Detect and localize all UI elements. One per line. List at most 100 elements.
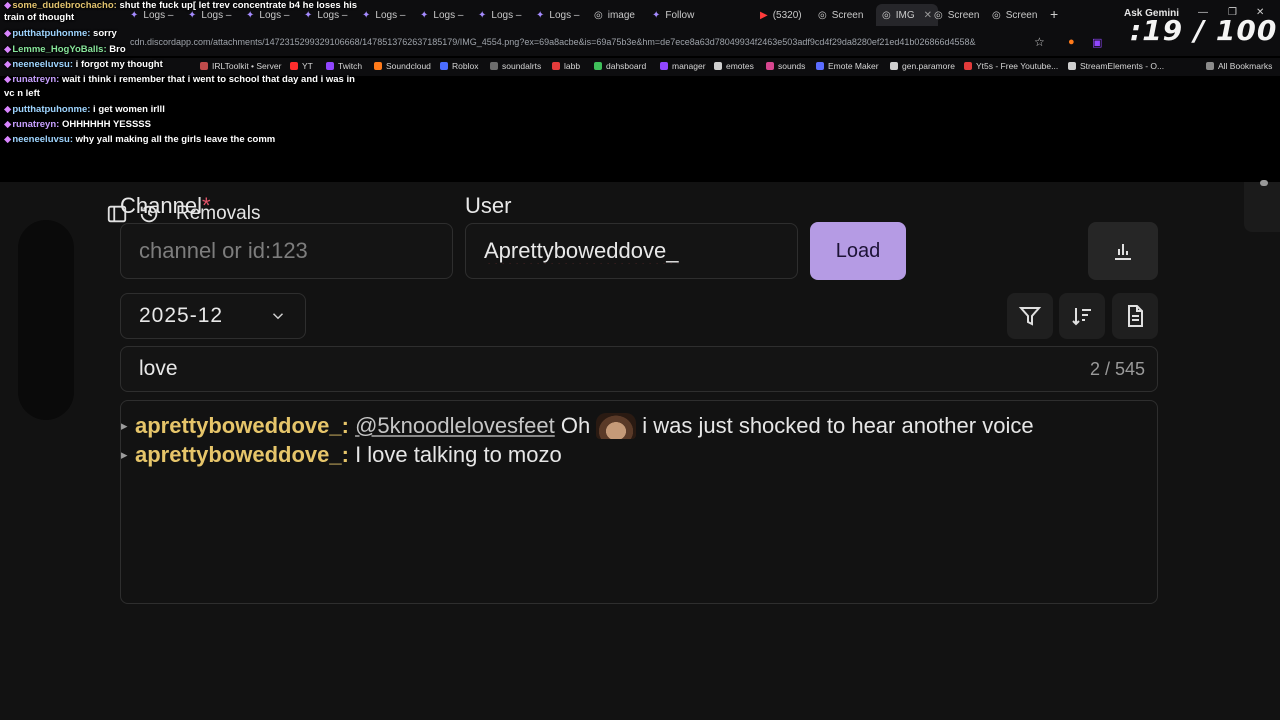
bookmark-item[interactable]: manager: [660, 61, 706, 71]
browser-tab[interactable]: ◎ Screen: [818, 4, 872, 26]
message-text: I love talking to mozo: [355, 442, 562, 467]
scrollbar-indicator: [1260, 180, 1268, 186]
bookmark-item[interactable]: Soundcloud: [374, 61, 431, 71]
browser-tab[interactable]: ◎ IMG ✕: [876, 4, 938, 26]
bookmark-label: Roblox: [452, 61, 479, 71]
bookmark-item[interactable]: Yt5s - Free Youtube...: [964, 61, 1058, 71]
channel-label: Channel*: [120, 193, 211, 218]
browser-tab[interactable]: ✦ Follow: [652, 4, 706, 26]
bookmark-favicon-icon: [490, 62, 498, 70]
message-mention[interactable]: @5knoodlelovesfeet: [355, 413, 555, 439]
chat-text: i get women irlll: [93, 104, 165, 115]
bookmark-item[interactable]: sounds: [766, 61, 805, 71]
bookmark-favicon-icon: [766, 62, 774, 70]
statistics-button[interactable]: [1088, 222, 1158, 280]
chat-badge-icon: ◆: [4, 44, 12, 55]
bookmark-item[interactable]: labb: [552, 61, 580, 71]
browser-tab-label: Screen: [947, 9, 980, 21]
bookmark-item[interactable]: Emote Maker: [816, 61, 879, 71]
twitch-icon: ✦: [420, 9, 429, 21]
bookmark-star-icon[interactable]: ☆: [1034, 35, 1045, 49]
search-bar: 2 / 545: [120, 346, 1158, 392]
chat-text: i forgot my thought: [75, 59, 163, 70]
bookmark-label: manager: [672, 61, 706, 71]
twitch-icon: ✦: [246, 9, 255, 21]
bookmark-label: soundalrts: [502, 61, 542, 71]
browser-tab[interactable]: ◎ Screen: [934, 4, 988, 26]
message-text: i was just shocked to hear another voice: [642, 413, 1034, 438]
chat-message: ◆neeneeluvsu: i forgot my thought: [4, 59, 163, 70]
bookmark-item[interactable]: IRLToolkit • Server: [200, 61, 281, 71]
document-icon: [1128, 305, 1143, 327]
browser-tab[interactable]: ◎ image: [594, 4, 648, 26]
bookmark-item[interactable]: Twitch: [326, 61, 362, 71]
bookmark-item[interactable]: All Bookmarks: [1206, 61, 1272, 71]
chat-message: ◆runatreyn: OHHHHHH YESSSS: [4, 119, 151, 130]
bookmark-favicon-icon: [890, 62, 898, 70]
chat-username: neeneeluvsu:: [12, 134, 76, 145]
chat-username: Lemme_HogYoBalls:: [12, 44, 110, 55]
filter-icon: [1018, 307, 1042, 326]
extension-twitch-icon[interactable]: ▣: [1092, 36, 1102, 49]
load-button[interactable]: Load: [810, 222, 906, 280]
message-marker-icon: ▸: [121, 418, 128, 433]
twitch-icon: ✦: [130, 9, 139, 21]
bookmark-favicon-icon: [290, 62, 298, 70]
bookmark-favicon-icon: [714, 62, 722, 70]
browser-tab[interactable]: ▶ (5320): [760, 4, 814, 26]
chat-text: OHHHHHH YESSSS: [61, 119, 151, 130]
twitch-icon: ✦: [362, 9, 371, 21]
bookmark-favicon-icon: [964, 62, 972, 70]
twitch-icon: ✦: [652, 9, 661, 21]
chat-text: sorry: [93, 28, 117, 39]
side-panel: [18, 220, 74, 420]
bookmark-favicon-icon: [816, 62, 824, 70]
globe-icon: ◎: [882, 9, 891, 21]
browser-tab[interactable]: ✦ Logs –: [362, 4, 416, 26]
bookmark-label: emotes: [726, 61, 754, 71]
browser-tab[interactable]: ✦ Logs –: [420, 4, 474, 26]
close-tab-icon[interactable]: ✕: [924, 10, 932, 21]
user-input[interactable]: [465, 223, 798, 279]
chat-message: ◆runatreyn: wait i think i remember that…: [4, 74, 355, 85]
browser-tab[interactable]: ◎ Screen: [992, 4, 1046, 26]
sort-button[interactable]: [1059, 293, 1105, 339]
search-input[interactable]: [121, 347, 1057, 391]
url-field[interactable]: cdn.discordapp.com/attachments/147231529…: [130, 37, 976, 47]
bookmark-item[interactable]: YT: [290, 61, 313, 71]
bookmark-label: Emote Maker: [828, 61, 879, 71]
bookmark-item[interactable]: gen.paramore: [890, 61, 955, 71]
chat-badge-icon: ◆: [4, 74, 12, 85]
match-count: 2 / 545: [1089, 359, 1145, 379]
browser-tab-label: Screen: [831, 9, 864, 21]
message-results: ▸ aprettyboweddove_: @5knoodlelovesfeet …: [120, 400, 1158, 604]
bookmark-label: All Bookmarks: [1218, 61, 1273, 71]
month-select[interactable]: 2025-12: [120, 293, 306, 339]
browser-tab[interactable]: ✦ Logs –: [536, 4, 590, 26]
bookmark-item[interactable]: emotes: [714, 61, 754, 71]
youtube-icon: ▶: [760, 9, 768, 21]
chat-badge-icon: ◆: [4, 104, 12, 115]
bookmark-item[interactable]: soundalrts: [490, 61, 541, 71]
filter-button[interactable]: [1007, 293, 1053, 339]
bookmark-item[interactable]: Roblox: [440, 61, 478, 71]
chevron-down-icon: [272, 313, 284, 320]
bookmark-favicon-icon: [440, 62, 448, 70]
bookmark-item[interactable]: dahsboard: [594, 61, 646, 71]
channel-input[interactable]: [120, 223, 453, 279]
browser-tab-label: Follow: [665, 9, 695, 21]
browser-tab[interactable]: ✦ Logs –: [478, 4, 532, 26]
scrollbar-thumb[interactable]: [1244, 182, 1280, 232]
message-author[interactable]: aprettyboweddove_:: [135, 413, 349, 439]
browser-tab-label: (5320): [772, 9, 802, 21]
message-text: Oh: [560, 413, 591, 438]
extension-icon[interactable]: ●: [1068, 36, 1075, 48]
bookmark-item[interactable]: StreamElements - O...: [1068, 61, 1164, 71]
chat-badge-icon: ◆: [4, 134, 12, 145]
sort-icon: [1072, 308, 1091, 326]
user-label: User: [465, 193, 512, 218]
new-tab-button[interactable]: +: [1050, 6, 1058, 22]
message-author[interactable]: aprettyboweddove_:: [135, 442, 349, 468]
text-export-button[interactable]: [1112, 293, 1158, 339]
month-value: 2025-12: [139, 304, 224, 327]
